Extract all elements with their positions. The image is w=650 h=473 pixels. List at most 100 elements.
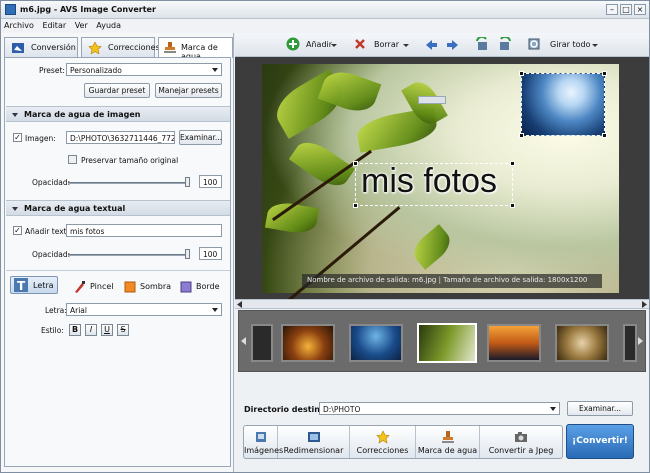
workflow-steps: Imágenes Redimensionar Correcciones Marc… (243, 425, 563, 459)
menu-ver[interactable]: Ver (72, 19, 91, 32)
main-toolbar: Añadir Borrar Girar todo (235, 33, 649, 57)
thumbnail[interactable] (623, 324, 637, 362)
brush-tool-button[interactable]: Pincel (73, 280, 117, 294)
border-tool-button[interactable]: Borde (179, 280, 223, 294)
resize-handle[interactable] (602, 133, 607, 138)
font-value: Arial (70, 306, 87, 315)
rotate-right-icon[interactable] (497, 37, 512, 52)
thumbnail[interactable] (487, 324, 541, 362)
menu-archivo[interactable]: Archivo (1, 19, 37, 32)
strikethrough-button[interactable]: S (117, 324, 129, 336)
image-path-field[interactable]: D:\PHOTO\3632711446_772abfb (66, 131, 175, 144)
horizontal-scrollbar[interactable] (235, 299, 649, 309)
stamp-icon (441, 431, 454, 443)
rotate-all-button[interactable]: Girar todo (527, 37, 599, 53)
svg-text:T: T (17, 279, 26, 292)
image-watermark-header[interactable]: Marca de agua de imagen (6, 106, 230, 122)
resize-handle[interactable] (510, 203, 515, 208)
tab-corrections[interactable]: Correcciones (81, 37, 160, 57)
thumbnail-selected[interactable] (417, 323, 477, 363)
arrow-left-icon[interactable] (425, 39, 438, 51)
font-select[interactable]: Arial (66, 303, 222, 316)
watermark-text-input[interactable]: mis fotos (66, 224, 222, 237)
preview-area: Añadir Borrar Girar todo mis fotos Nombr… (235, 33, 649, 472)
strip-scroll-thumb[interactable] (418, 96, 446, 104)
image-watermark-title: Marca de agua de imagen (24, 110, 141, 119)
image-watermark-preview[interactable] (519, 71, 607, 138)
bold-button[interactable]: B (69, 324, 81, 336)
minimize-button[interactable]: – (606, 4, 618, 15)
tab-conversion[interactable]: Conversión (4, 37, 78, 57)
strip-right-icon[interactable] (637, 337, 643, 345)
add-button[interactable]: Añadir (286, 37, 338, 53)
step-watermark[interactable]: Marca de agua (416, 426, 480, 458)
thumbnail[interactable] (555, 324, 609, 362)
delete-button[interactable]: Borrar (353, 37, 409, 53)
destination-select[interactable]: D:\PHOTO (319, 402, 560, 415)
image-opacity-thumb[interactable] (185, 177, 190, 187)
delete-x-icon (355, 39, 365, 49)
manage-presets-button[interactable]: Manejar presets (155, 83, 222, 98)
image-label: Imagen: (25, 134, 56, 143)
destination-label: Directorio destino (244, 405, 326, 414)
conversion-icon (12, 43, 24, 53)
menu-ayuda[interactable]: Ayuda (93, 19, 124, 32)
italic-button[interactable]: I (85, 324, 97, 336)
step-corrections[interactable]: Correcciones (350, 426, 416, 458)
text-opacity-value[interactable]: 100 (199, 247, 222, 260)
add-text-checkbox[interactable]: ✓ (13, 226, 22, 235)
close-button[interactable]: × (634, 4, 646, 15)
chevron-down-icon (403, 44, 409, 47)
text-opacity-thumb[interactable] (185, 249, 190, 259)
save-preset-button[interactable]: Guardar preset (84, 83, 150, 98)
image-viewer: mis fotos Nombre de archivo de salida: m… (235, 57, 649, 305)
resize-handle[interactable] (519, 71, 524, 76)
text-watermark-header[interactable]: Marca de agua textual (6, 200, 230, 216)
stamp-icon (164, 42, 176, 53)
resize-handle[interactable] (519, 133, 524, 138)
collapse-icon (12, 207, 18, 211)
destination-value: D:\PHOTO (323, 405, 361, 414)
preset-select[interactable]: Personalizado (66, 63, 222, 76)
image-opacity-value[interactable]: 100 (199, 175, 222, 188)
image-checkbox[interactable]: ✓ (13, 133, 22, 142)
thumbnail[interactable] (251, 324, 273, 362)
convert-button[interactable]: ¡Convertir! (566, 424, 634, 459)
preserve-size-label: Preservar tamaño original (81, 156, 179, 165)
thumbnail[interactable] (281, 324, 335, 362)
rotate-left-icon[interactable] (475, 37, 490, 52)
step-corrections-label: Correcciones (356, 446, 409, 455)
resize-handle[interactable] (602, 71, 607, 76)
underline-button[interactable]: U (101, 324, 113, 336)
destination-browse-button[interactable]: Examinar... (567, 401, 633, 416)
resize-handle[interactable] (510, 161, 515, 166)
menu-editar[interactable]: Editar (39, 19, 69, 32)
add-text-label: Añadir texto (25, 227, 72, 236)
text-opacity-label: Opacidad: (32, 250, 71, 259)
shadow-tool-button[interactable]: Sombra (123, 280, 171, 294)
step-resize-label: Redimensionar (283, 446, 344, 455)
resize-handle[interactable] (353, 203, 358, 208)
strip-left-icon[interactable] (241, 337, 247, 345)
divider (6, 270, 230, 271)
scroll-right-icon[interactable] (641, 301, 647, 308)
tab-watermark[interactable]: Marca de agua (158, 37, 233, 61)
image-browse-button[interactable]: Examinar... (179, 130, 222, 145)
text-opacity-slider[interactable] (68, 254, 190, 256)
image-opacity-slider[interactable] (68, 182, 190, 184)
step-resize[interactable]: Redimensionar (278, 426, 350, 458)
preserve-size-checkbox[interactable] (68, 155, 77, 164)
step-images[interactable]: Imágenes (244, 426, 283, 458)
chevron-down-icon (212, 308, 218, 312)
scroll-left-icon[interactable] (237, 301, 243, 308)
maximize-button[interactable]: □ (620, 4, 632, 15)
letter-tool-button[interactable]: T Letra (10, 276, 58, 294)
letter-tool-label: Letra (33, 281, 54, 290)
star-icon (88, 42, 102, 54)
arrow-right-icon[interactable] (446, 39, 459, 51)
step-convert-jpeg[interactable]: Convertir a Jpeg (480, 426, 562, 458)
brush-tool-label: Pincel (90, 282, 114, 291)
delete-label: Borrar (374, 40, 400, 49)
thumbnail[interactable] (349, 324, 403, 362)
resize-handle[interactable] (353, 161, 358, 166)
